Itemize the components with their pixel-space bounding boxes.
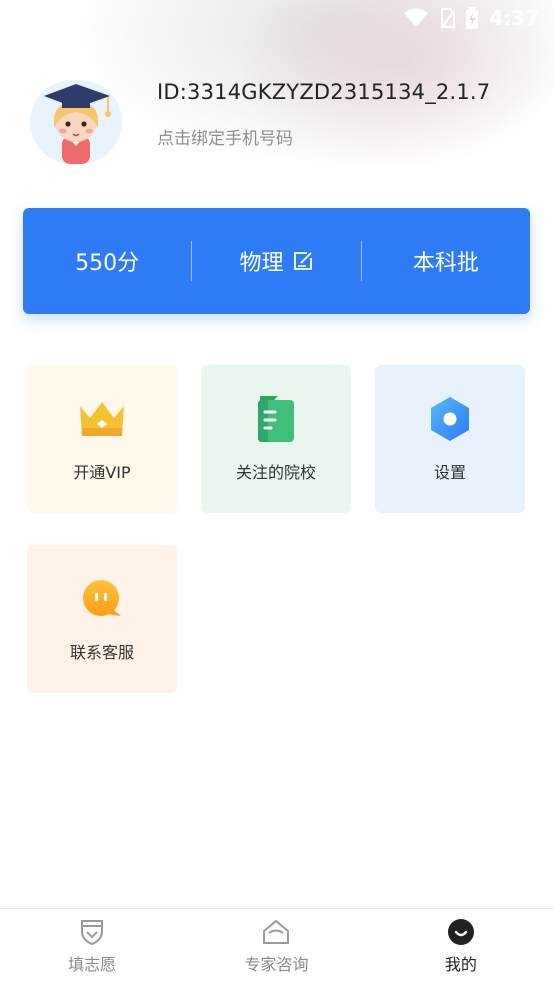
subject-value: 物理 <box>239 251 284 276</box>
tile-open-vip[interactable]: 开通VIP <box>27 365 177 513</box>
document-icon <box>258 396 294 442</box>
status-time: 4:37 <box>489 6 539 30</box>
house-icon <box>263 919 290 944</box>
tile-label: 关注的院校 <box>235 463 316 482</box>
bottom-tab-bar: 填志愿 专家咨询 我的 <box>0 908 553 983</box>
tab-expert-consult[interactable]: 专家咨询 <box>184 909 368 983</box>
user-id: ID:3314GKZYZD2315134_2.1.7 <box>157 80 491 104</box>
smile-face-icon <box>447 919 474 945</box>
shield-badge-icon <box>81 920 104 946</box>
sim-icon <box>441 8 456 28</box>
batch-cell[interactable]: 本科批 <box>362 208 530 314</box>
tab-fill-application[interactable]: 填志愿 <box>0 909 184 983</box>
score-card: 550分 物理 本科批 <box>23 208 530 314</box>
tile-followed-schools[interactable]: 关注的院校 <box>201 365 351 513</box>
score-value: 550分 <box>75 251 140 276</box>
graduate-avatar-icon <box>44 84 111 164</box>
tile-label: 联系客服 <box>69 643 134 662</box>
wifi-icon <box>404 8 429 27</box>
tile-customer-service[interactable]: 联系客服 <box>27 545 177 693</box>
hexagon-settings-icon <box>431 397 469 441</box>
chat-bubble-icon <box>83 580 121 616</box>
battery-icon <box>466 7 479 29</box>
tab-label: 专家咨询 <box>244 955 309 974</box>
tab-mine[interactable]: 我的 <box>369 909 553 983</box>
score-cell[interactable]: 550分 <box>23 208 191 314</box>
tile-label: 设置 <box>433 463 466 482</box>
bind-phone-link[interactable]: 点击绑定手机号码 <box>157 124 293 149</box>
avatar[interactable] <box>30 80 122 164</box>
tab-label: 填志愿 <box>68 955 117 974</box>
batch-value: 本科批 <box>412 251 479 276</box>
crown-icon <box>80 402 124 436</box>
tab-label: 我的 <box>444 955 477 974</box>
subject-cell[interactable]: 物理 <box>192 208 360 314</box>
tile-settings[interactable]: 设置 <box>375 365 525 513</box>
status-bar: 4:37 <box>0 0 553 36</box>
edit-icon <box>293 252 312 270</box>
tile-label: 开通VIP <box>73 463 131 482</box>
